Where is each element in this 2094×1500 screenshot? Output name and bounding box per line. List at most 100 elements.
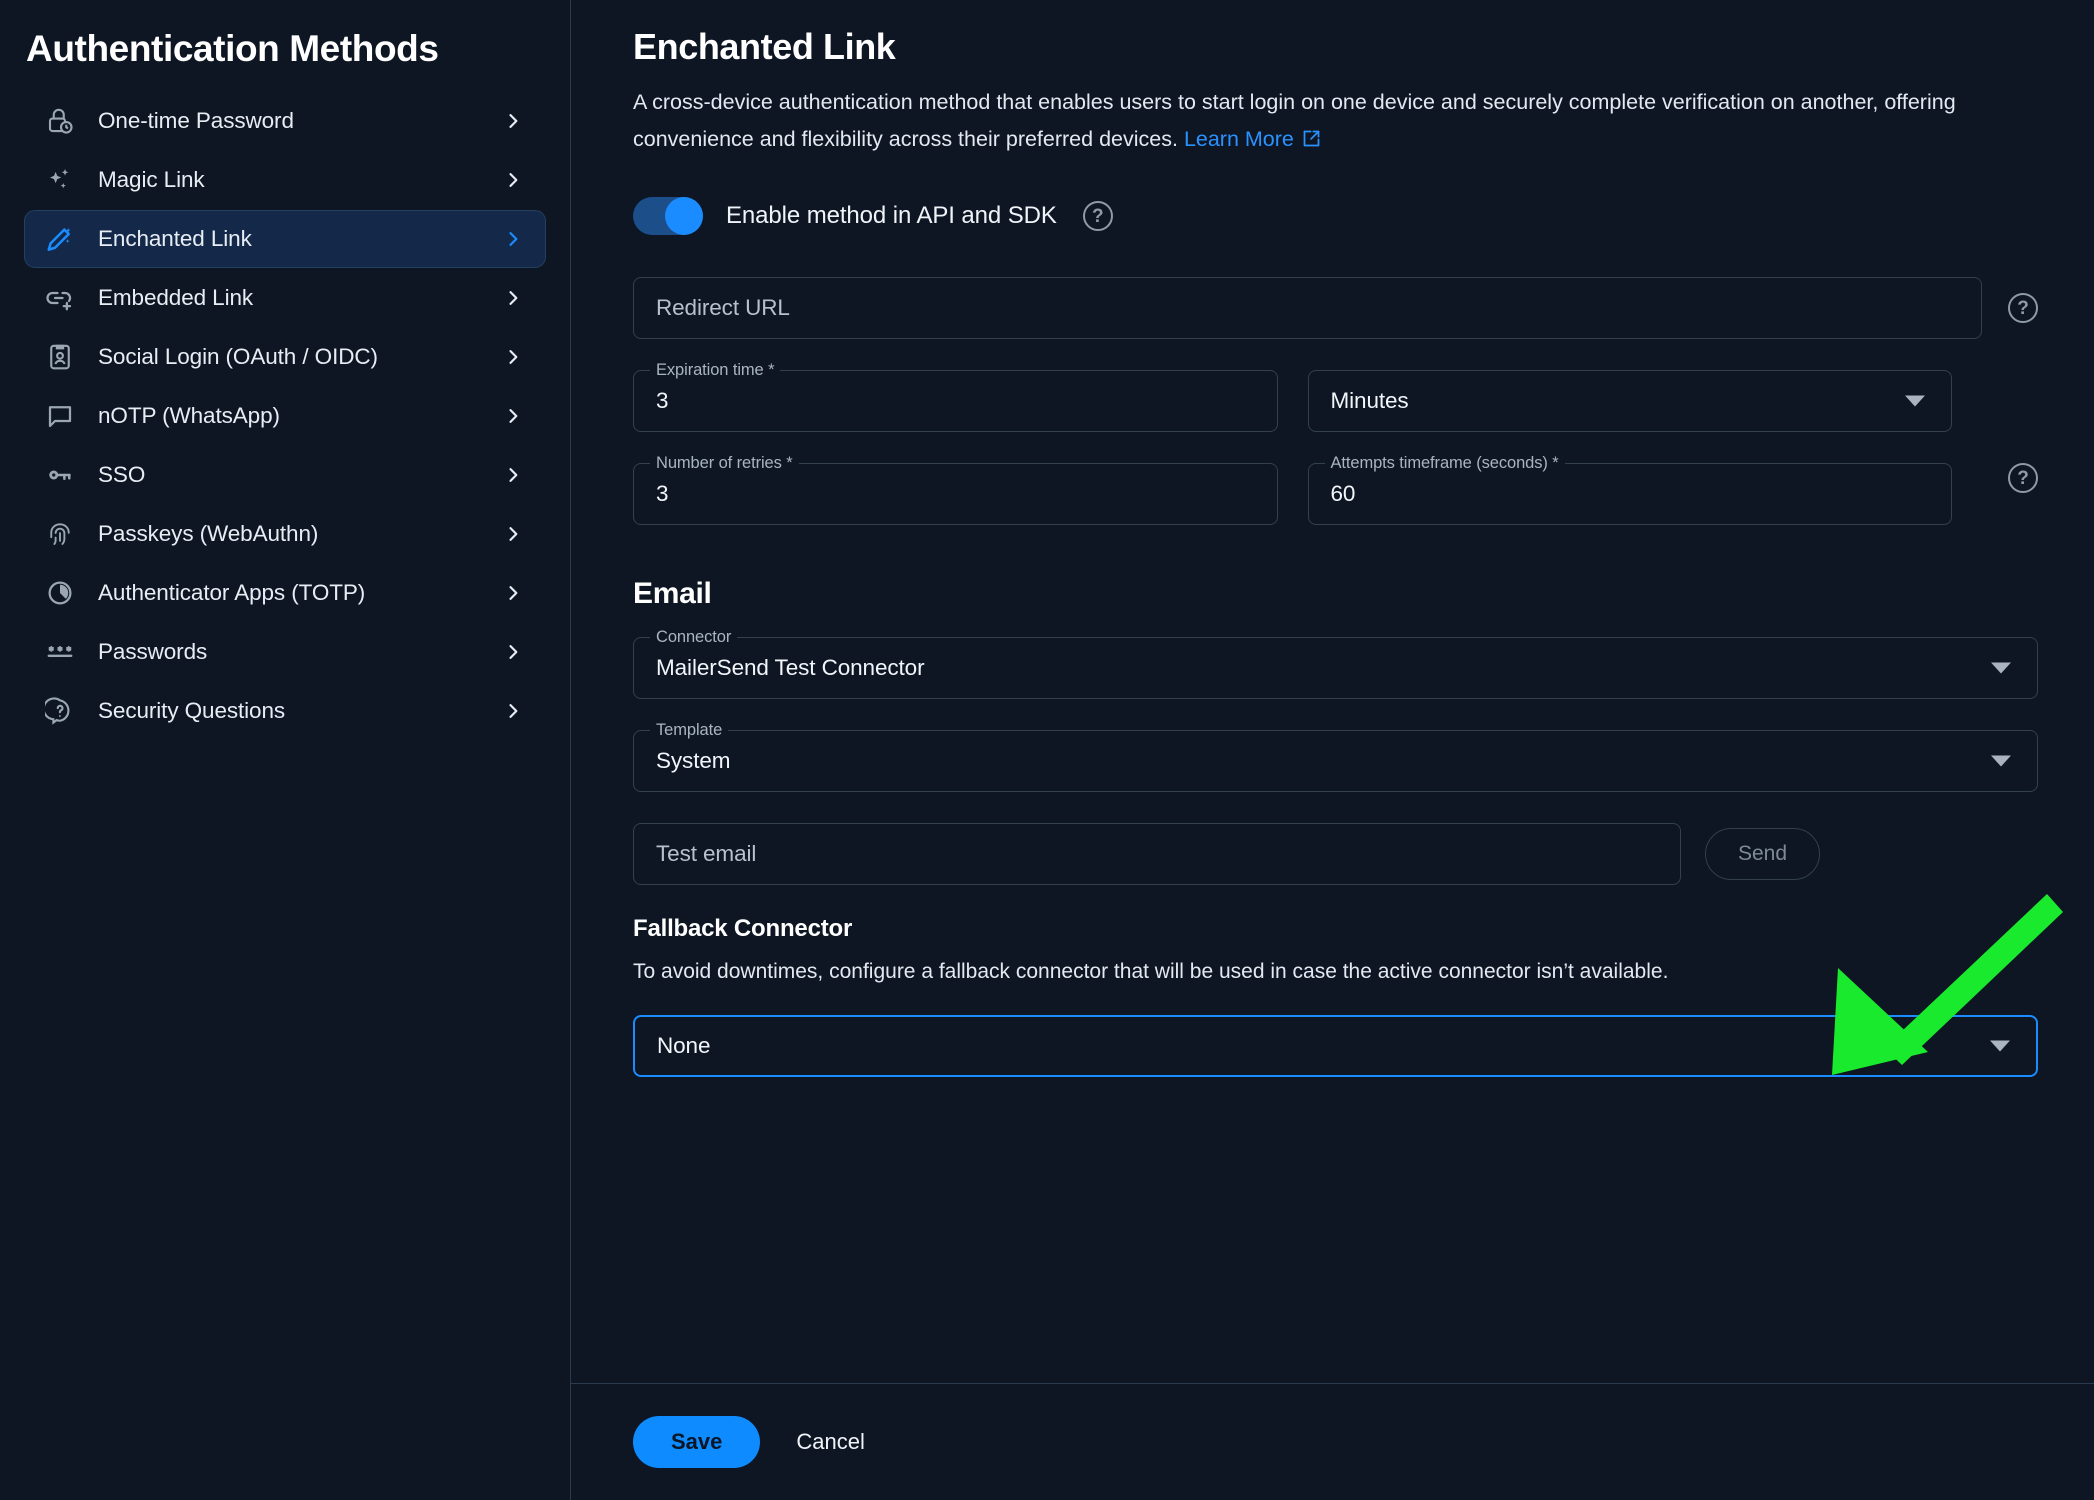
sidebar-item-passwords[interactable]: Passwords xyxy=(24,623,546,681)
enable-method-toggle-row: Enable method in API and SDK ? xyxy=(633,197,2038,235)
fallback-connector-description: To avoid downtimes, configure a fallback… xyxy=(633,955,1763,989)
chat-bubble-icon xyxy=(43,399,77,433)
sidebar: Authentication Methods One-time Password xyxy=(0,0,571,1500)
sidebar-item-sso[interactable]: SSO xyxy=(24,446,546,504)
id-badge-icon xyxy=(43,340,77,374)
sidebar-item-label: nOTP (WhatsApp) xyxy=(98,403,503,429)
main-content: Enchanted Link A cross-device authentica… xyxy=(571,0,2094,1383)
expiration-unit-select[interactable]: Minutes xyxy=(1308,370,1953,432)
expiration-time-legend: Expiration time * xyxy=(650,361,780,380)
redirect-url-placeholder: Redirect URL xyxy=(656,295,790,321)
sidebar-item-authenticator-apps-totp[interactable]: Authenticator Apps (TOTP) xyxy=(24,564,546,622)
attempts-timeframe-input[interactable]: Attempts timeframe (seconds) * 60 xyxy=(1308,463,1953,525)
number-of-retries-legend: Number of retries * xyxy=(650,454,799,473)
settings-form: Redirect URL ? Expiration time * 3 Minut… xyxy=(633,277,2038,525)
enable-method-label: Enable method in API and SDK xyxy=(726,202,1057,230)
attempts-timeframe-value: 60 xyxy=(1331,481,1356,507)
chevron-right-icon xyxy=(503,406,523,426)
expiration-time-col: Expiration time * 3 xyxy=(633,370,1278,432)
sparkles-icon xyxy=(43,163,77,197)
sidebar-title: Authentication Methods xyxy=(26,0,546,92)
expiration-time-value: 3 xyxy=(656,388,668,414)
external-link-icon xyxy=(1301,124,1322,161)
question-mark-circle-icon[interactable]: ? xyxy=(1083,201,1113,231)
fallback-connector-title: Fallback Connector xyxy=(633,915,2038,943)
expiration-unit-col: Minutes xyxy=(1308,370,1953,432)
fallback-connector-value: None xyxy=(657,1033,710,1059)
email-connector-select[interactable]: Connector MailerSend Test Connector xyxy=(633,637,2038,699)
number-of-retries-input[interactable]: Number of retries * 3 xyxy=(633,463,1278,525)
key-icon xyxy=(43,458,77,492)
chevron-right-icon xyxy=(503,347,523,367)
test-email-row: Test email Send xyxy=(633,823,2038,885)
chevron-right-icon xyxy=(503,288,523,308)
chevron-right-icon xyxy=(503,229,523,249)
expiration-unit-value: Minutes xyxy=(1331,388,1409,414)
sidebar-item-label: SSO xyxy=(98,462,503,488)
form-footer: Save Cancel xyxy=(571,1383,2094,1500)
attempts-timeframe-col: Attempts timeframe (seconds) * 60 xyxy=(1308,463,1953,525)
chevron-right-icon xyxy=(503,524,523,544)
link-plus-icon xyxy=(43,281,77,315)
retries-row: Number of retries * 3 Attempts timeframe… xyxy=(633,463,2038,525)
chevron-right-icon xyxy=(503,642,523,662)
email-connector-legend: Connector xyxy=(650,628,737,647)
sidebar-item-one-time-password[interactable]: One-time Password xyxy=(24,92,546,150)
redirect-url-input[interactable]: Redirect URL xyxy=(633,277,1982,339)
email-template-legend: Template xyxy=(650,721,728,740)
sidebar-item-label: Magic Link xyxy=(98,167,503,193)
fallback-connector-select[interactable]: None xyxy=(633,1015,2038,1077)
app-root: Authentication Methods One-time Password xyxy=(0,0,2094,1500)
question-mark-circle-icon[interactable]: ? xyxy=(2008,293,2038,323)
caret-down-icon[interactable] xyxy=(1990,1041,2010,1052)
sidebar-item-label: Enchanted Link xyxy=(98,226,503,252)
save-button[interactable]: Save xyxy=(633,1416,760,1468)
sidebar-item-label: Embedded Link xyxy=(98,285,503,311)
fingerprint-icon xyxy=(43,517,77,551)
sidebar-item-embedded-link[interactable]: Embedded Link xyxy=(24,269,546,327)
asterisks-icon xyxy=(43,635,77,669)
email-template-select[interactable]: Template System xyxy=(633,730,2038,792)
enable-method-toggle[interactable] xyxy=(633,197,703,235)
sidebar-item-label: Authenticator Apps (TOTP) xyxy=(98,580,503,606)
expiration-time-input[interactable]: Expiration time * 3 xyxy=(633,370,1278,432)
caret-down-icon[interactable] xyxy=(1905,396,1925,407)
chevron-right-icon xyxy=(503,701,523,721)
sidebar-item-label: Social Login (OAuth / OIDC) xyxy=(98,344,503,370)
redirect-url-row: Redirect URL ? xyxy=(633,277,2038,339)
send-test-email-button[interactable]: Send xyxy=(1705,828,1820,880)
learn-more-link[interactable]: Learn More xyxy=(1184,127,1322,151)
sidebar-item-notp-whatsapp[interactable]: nOTP (WhatsApp) xyxy=(24,387,546,445)
number-of-retries-value: 3 xyxy=(656,481,668,507)
question-mark-circle-icon[interactable]: ? xyxy=(2008,463,2038,493)
sidebar-item-label: Passwords xyxy=(98,639,503,665)
toggle-knob xyxy=(665,197,703,235)
lock-clock-icon xyxy=(43,104,77,138)
sidebar-item-label: Passkeys (WebAuthn) xyxy=(98,521,503,547)
cancel-button[interactable]: Cancel xyxy=(796,1429,864,1455)
email-section-title: Email xyxy=(633,577,2038,611)
email-connector-value: MailerSend Test Connector xyxy=(656,655,924,681)
clock-icon xyxy=(43,576,77,610)
sidebar-item-magic-link[interactable]: Magic Link xyxy=(24,151,546,209)
sidebar-item-enchanted-link[interactable]: Enchanted Link xyxy=(24,210,546,268)
test-email-placeholder: Test email xyxy=(656,841,756,867)
page-title: Enchanted Link xyxy=(633,26,2038,68)
question-bubble-icon xyxy=(43,694,77,728)
magic-wand-icon xyxy=(43,222,77,256)
learn-more-label: Learn More xyxy=(1184,127,1294,151)
email-form: Connector MailerSend Test Connector Temp… xyxy=(633,637,2038,885)
chevron-right-icon xyxy=(503,465,523,485)
sidebar-item-passkeys-webauthn[interactable]: Passkeys (WebAuthn) xyxy=(24,505,546,563)
caret-down-icon[interactable] xyxy=(1991,663,2011,674)
attempts-timeframe-legend: Attempts timeframe (seconds) * xyxy=(1325,454,1565,473)
sidebar-item-label: One-time Password xyxy=(98,108,503,134)
number-of-retries-col: Number of retries * 3 xyxy=(633,463,1278,525)
email-template-value: System xyxy=(656,748,730,774)
sidebar-nav-list: One-time Password Magic Link xyxy=(24,92,546,740)
sidebar-item-security-questions[interactable]: Security Questions xyxy=(24,682,546,740)
chevron-right-icon xyxy=(503,583,523,603)
caret-down-icon[interactable] xyxy=(1991,756,2011,767)
sidebar-item-social-login[interactable]: Social Login (OAuth / OIDC) xyxy=(24,328,546,386)
test-email-input[interactable]: Test email xyxy=(633,823,1681,885)
